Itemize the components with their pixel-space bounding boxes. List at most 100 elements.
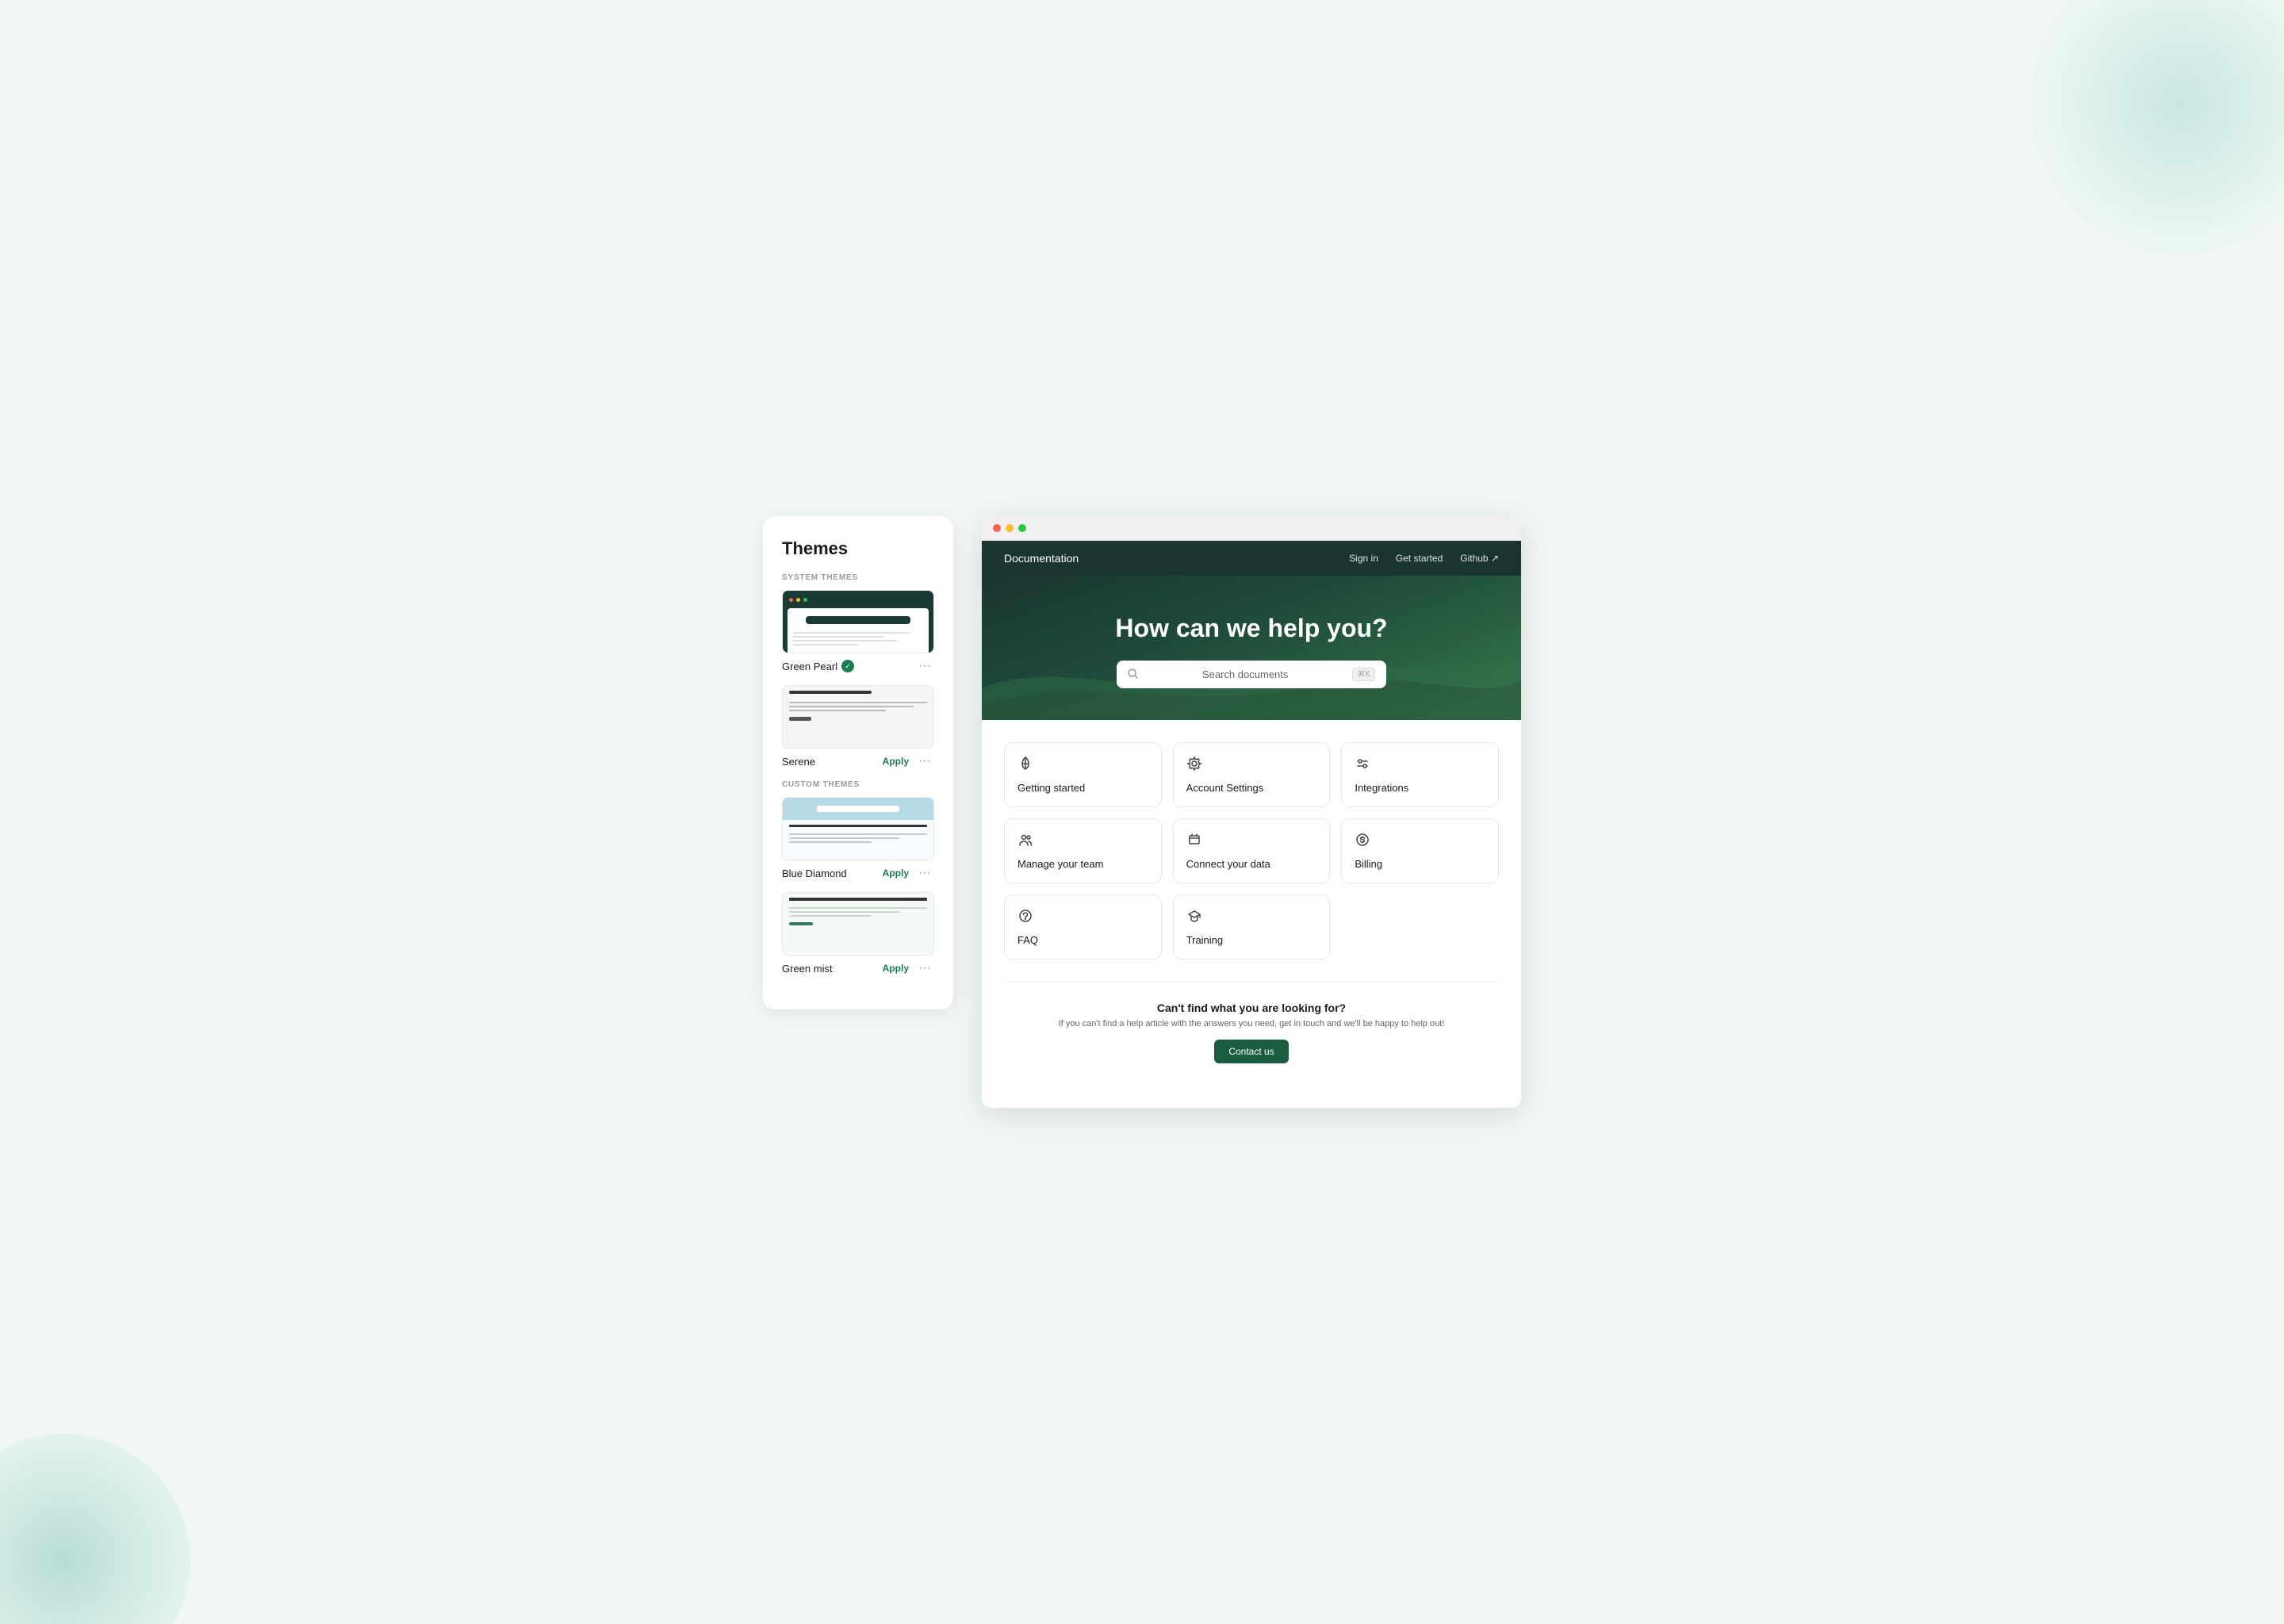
bd-header-bar	[817, 806, 899, 812]
themes-panel: Themes SYSTEM THEMES	[763, 516, 953, 1009]
active-check-badge: ✓	[841, 660, 854, 672]
card-account-settings[interactable]: Account Settings	[1173, 742, 1331, 807]
theme-preview-green-mist	[782, 892, 934, 956]
bd-body	[783, 820, 933, 860]
theme-dots-button-green-pearl[interactable]: ···	[915, 658, 934, 674]
apply-button-serene[interactable]: Apply	[879, 754, 912, 768]
card-icon-getting-started	[1017, 756, 1148, 776]
bd-line-dark	[789, 825, 927, 827]
nav-link-getstarted[interactable]: Get started	[1396, 553, 1443, 564]
browser-chrome	[982, 516, 1521, 541]
card-training[interactable]: Training	[1173, 894, 1331, 959]
preview-lines	[792, 632, 924, 645]
docs-content: Getting started Account Settings	[982, 720, 1521, 1108]
gm-line-1	[789, 907, 927, 909]
gm-title	[789, 898, 927, 901]
bd-line-2	[789, 837, 899, 839]
prev-line-1	[792, 632, 910, 634]
card-manage-team[interactable]: Manage your team	[1004, 818, 1162, 883]
card-label-training: Training	[1186, 934, 1317, 946]
gm-accent	[789, 922, 813, 925]
docs-cards-row2: Manage your team Connect your data	[1004, 818, 1499, 883]
card-empty	[1341, 894, 1499, 959]
serene-line-1	[789, 702, 927, 703]
theme-name-green-pearl: Green Pearl ✓	[782, 660, 854, 672]
theme-name-blue-diamond: Blue Diamond	[782, 868, 847, 879]
card-billing[interactable]: Billing	[1341, 818, 1499, 883]
theme-item-green-mist: Green mist Apply ···	[782, 892, 934, 976]
card-label-getting-started: Getting started	[1017, 782, 1148, 794]
footer-title: Can't find what you are looking for?	[1026, 1002, 1477, 1014]
gm-line-2	[789, 911, 899, 913]
search-placeholder-text: Search documents	[1144, 668, 1346, 680]
docs-search-bar[interactable]: Search documents ⌘K	[1117, 661, 1386, 688]
preview-main-bar	[806, 616, 911, 624]
card-connect-data[interactable]: Connect your data	[1173, 818, 1331, 883]
theme-dots-button-gm[interactable]: ···	[915, 960, 934, 976]
bd-header	[783, 798, 933, 820]
theme-preview-blue-diamond	[782, 797, 934, 860]
card-label-billing: Billing	[1355, 858, 1485, 870]
prev-line-3	[792, 640, 898, 642]
preview-content	[788, 608, 929, 653]
theme-preview-serene	[782, 685, 934, 749]
apply-button-blue-diamond[interactable]: Apply	[879, 866, 912, 880]
theme-row-green-mist: Green mist Apply ···	[782, 960, 934, 976]
docs-hero: How can we help you? Search documents ⌘K	[982, 576, 1521, 720]
card-icon-account-settings	[1186, 756, 1317, 776]
prev-line-4	[792, 644, 858, 645]
contact-us-button[interactable]: Contact us	[1214, 1040, 1288, 1063]
card-icon-manage-team	[1017, 832, 1148, 852]
apply-button-green-mist[interactable]: Apply	[879, 961, 912, 975]
prev-dot-red	[789, 598, 793, 602]
card-icon-faq	[1017, 908, 1148, 928]
theme-row-blue-diamond: Blue Diamond Apply ···	[782, 865, 934, 881]
bg-decoration-bottom-left	[0, 1434, 190, 1624]
docs-site: Documentation Sign in Get started Github…	[982, 541, 1521, 1108]
page-wrapper: Themes SYSTEM THEMES	[763, 516, 1521, 1108]
card-icon-connect-data	[1186, 832, 1317, 852]
theme-item-blue-diamond: Blue Diamond Apply ···	[782, 797, 934, 881]
bg-decoration-top-right	[2030, 0, 2284, 254]
preview-header	[783, 591, 933, 608]
nav-link-signin[interactable]: Sign in	[1349, 553, 1378, 564]
theme-dots-button-bd[interactable]: ···	[915, 865, 934, 881]
search-kbd: ⌘K	[1352, 668, 1375, 681]
card-icon-training	[1186, 908, 1317, 928]
prev-line-2	[792, 636, 884, 638]
theme-item-serene: Serene Apply ···	[782, 685, 934, 769]
serene-body	[783, 686, 933, 726]
themes-panel-title: Themes	[782, 538, 934, 559]
theme-row-green-pearl: Green Pearl ✓ ···	[782, 658, 934, 674]
theme-name-serene: Serene	[782, 756, 815, 768]
theme-dots-button-serene[interactable]: ···	[915, 753, 934, 769]
browser-window: Documentation Sign in Get started Github…	[982, 516, 1521, 1108]
prev-dot-yellow	[796, 598, 800, 602]
theme-row-serene: Serene Apply ···	[782, 753, 934, 769]
browser-dot-green	[1018, 524, 1026, 532]
footer-subtitle: If you can't find a help article with th…	[1026, 1019, 1477, 1028]
gm-actions: Apply ···	[879, 960, 934, 976]
serene-title	[789, 691, 872, 694]
serene-line-2	[789, 706, 914, 707]
card-getting-started[interactable]: Getting started	[1004, 742, 1162, 807]
nav-link-github[interactable]: Github ↗	[1460, 553, 1499, 564]
bd-line-1	[789, 833, 927, 835]
prev-dot-green-dot	[803, 598, 807, 602]
docs-footer: Can't find what you are looking for? If …	[1004, 982, 1499, 1086]
bd-actions: Apply ···	[879, 865, 934, 881]
card-icon-billing	[1355, 832, 1485, 852]
system-themes-label: SYSTEM THEMES	[782, 573, 934, 582]
card-label-integrations: Integrations	[1355, 782, 1485, 794]
serene-actions: Apply ···	[879, 753, 934, 769]
card-faq[interactable]: FAQ	[1004, 894, 1162, 959]
serene-line-3	[789, 710, 886, 711]
theme-name-green-mist: Green mist	[782, 963, 833, 975]
docs-cards-row1: Getting started Account Settings	[1004, 742, 1499, 807]
docs-cards-row3: FAQ Training	[1004, 894, 1499, 959]
card-label-manage-team: Manage your team	[1017, 858, 1148, 870]
card-label-faq: FAQ	[1017, 934, 1148, 946]
browser-dot-yellow	[1006, 524, 1014, 532]
card-integrations[interactable]: Integrations	[1341, 742, 1499, 807]
browser-dot-red	[993, 524, 1001, 532]
